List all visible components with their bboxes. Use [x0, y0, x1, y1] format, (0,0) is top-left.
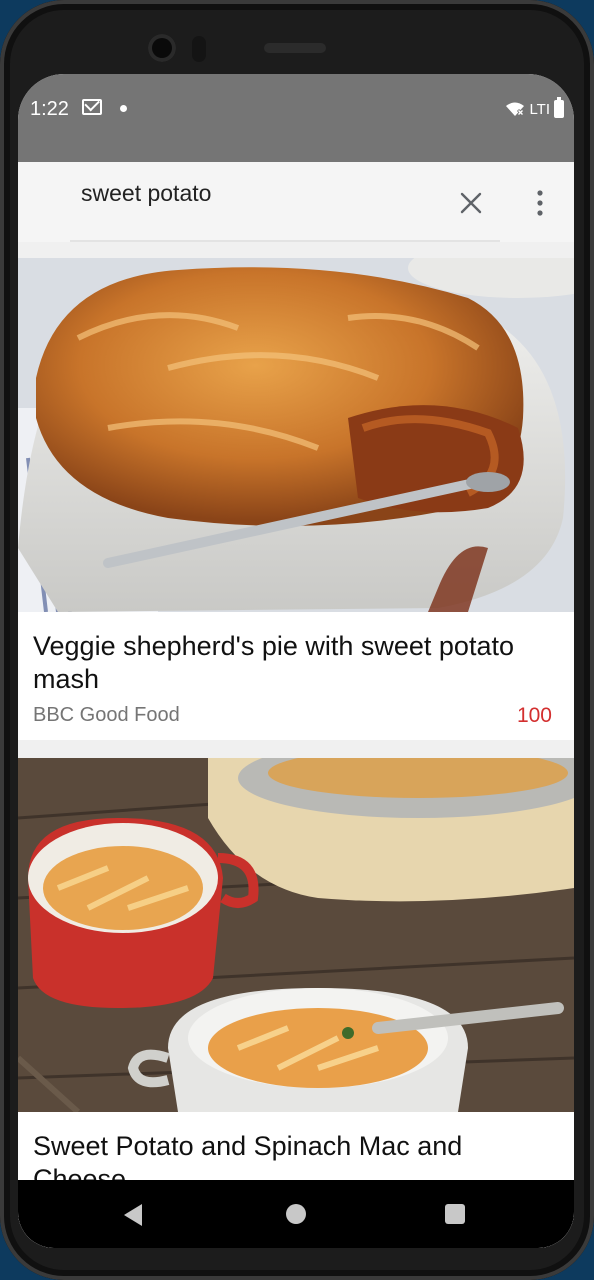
screen: 1:22 LTI sweet potato Veggie shepherd's … — [18, 74, 574, 1248]
overflow-menu-button[interactable] — [530, 188, 550, 218]
wifi-icon — [506, 102, 525, 117]
recipe-card[interactable]: Sweet Potato and Spinach Mac and Cheese — [18, 758, 574, 1248]
recipe-image-mac-and-cheese — [18, 758, 574, 1112]
recipe-source: BBC Good Food — [33, 704, 180, 726]
results-list: Veggie shepherd's pie with sweet potato … — [18, 242, 574, 1248]
close-icon — [460, 192, 482, 214]
recipe-card[interactable]: Veggie shepherd's pie with sweet potato … — [18, 258, 574, 740]
more-notifications-dot-icon — [120, 105, 127, 112]
recents-button[interactable] — [445, 1204, 465, 1224]
more-vert-icon — [537, 190, 543, 216]
sensor — [192, 36, 206, 62]
gmail-notification-icon — [82, 99, 102, 115]
home-button[interactable] — [286, 1204, 306, 1224]
back-button[interactable] — [124, 1204, 142, 1226]
recipe-title: Veggie shepherd's pie with sweet potato … — [33, 631, 514, 694]
status-indicators: LTI — [505, 97, 564, 118]
navigation-bar — [18, 1180, 574, 1248]
earpiece-speaker — [264, 43, 326, 53]
recipe-score: 100 — [516, 704, 552, 727]
front-camera — [148, 34, 176, 62]
battery-icon — [554, 97, 564, 118]
clear-search-button[interactable] — [456, 188, 486, 218]
recipe-image-shepherds-pie — [18, 258, 574, 612]
network-type-label: LTI — [529, 100, 550, 118]
phone-frame: 1:22 LTI sweet potato Veggie shepherd's … — [0, 0, 594, 1280]
status-time: 1:22 — [30, 98, 69, 120]
search-input[interactable] — [81, 178, 441, 208]
search-bar — [18, 162, 574, 242]
status-bar: 1:22 LTI — [18, 74, 574, 162]
